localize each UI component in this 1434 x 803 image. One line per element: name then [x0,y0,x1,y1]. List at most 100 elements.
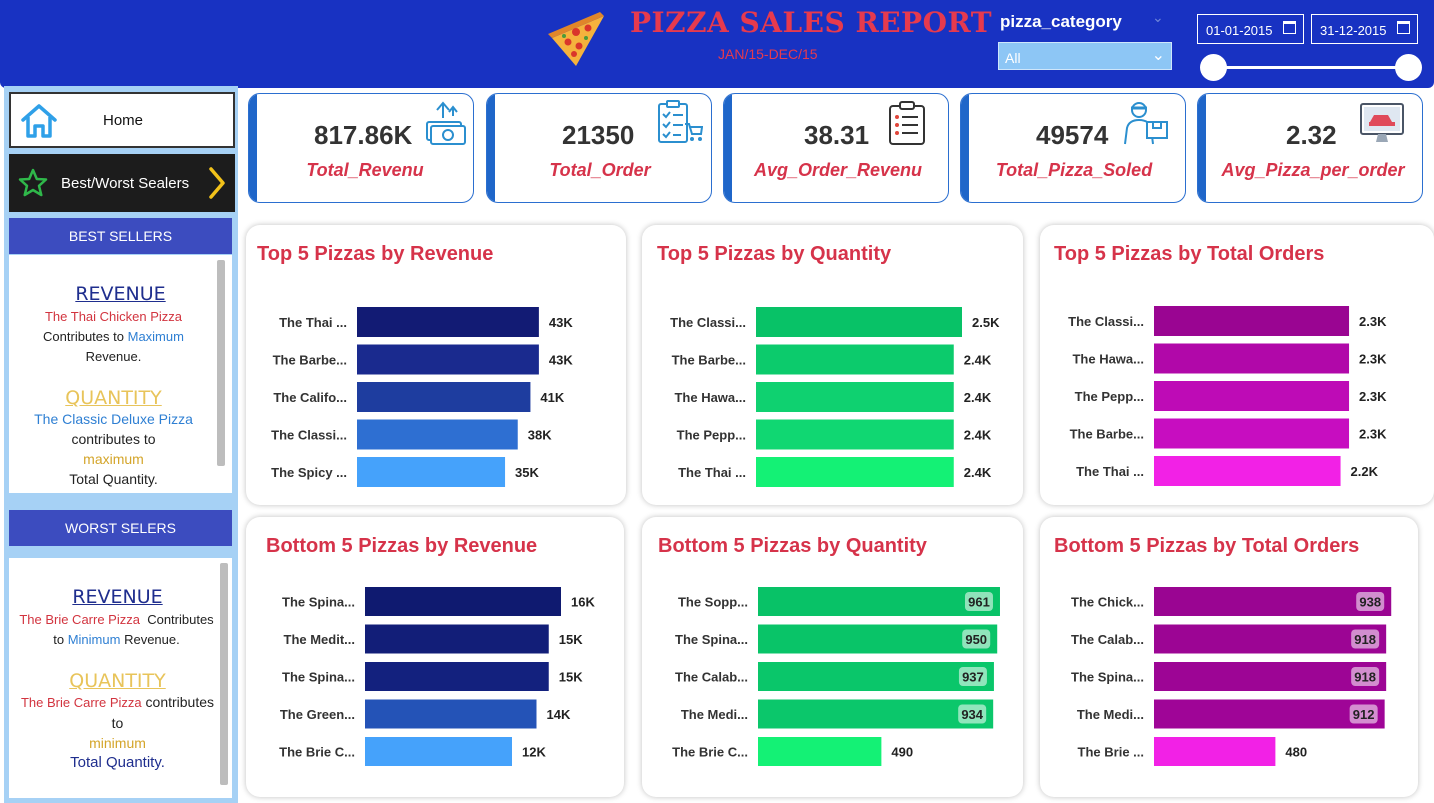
data-label: 38K [528,428,552,443]
worst-sellers-scrollbar[interactable] [220,563,228,785]
kpi-label: Avg_Order_Revenu [753,160,923,180]
bar[interactable] [1154,381,1350,411]
bar[interactable] [357,419,518,450]
category-label: The Classi... [271,428,347,443]
best-quantity-title: QUANTITY [65,387,162,409]
data-label: 2.4K [964,428,992,443]
bar[interactable] [1154,587,1392,616]
delivery-icon [1124,102,1168,145]
best-revenue-maximum: Maximum [127,329,184,344]
category-dropdown-value: All [1005,50,1021,66]
bar[interactable] [756,457,954,487]
dashboard: PIZZA SALES REPORT JAN/15-DEC/15 pizza_c… [0,0,1434,803]
category-label: The Hawa... [1072,352,1144,367]
best-quantity-maximum: maximum [83,451,144,467]
clipboard-cart-icon [658,100,703,143]
category-label: The Medi... [1077,707,1144,722]
data-label: 2.4K [964,353,992,368]
bar[interactable] [365,737,512,766]
chart-card-bottom-quantity: Bottom 5 Pizzas by Quantity The Sopp... 9… [642,517,1023,797]
category-label: The Thai ... [678,465,746,480]
category-label: The Thai ... [279,315,347,330]
chevron-right-icon [209,167,225,199]
category-label: The Chick... [1071,595,1144,610]
category-label: The Classi... [670,315,746,330]
worst-quantity-title: QUANTITY [69,670,166,692]
category-label: The Califo... [273,390,347,405]
dropdown-chevron-icon: ⌄ [1151,47,1165,64]
category-label: The Spicy ... [271,465,347,480]
kpi-card-total-pizza-sold: 49574 Total_Pizza_Soled [960,93,1186,203]
home-button[interactable]: Home [9,92,235,148]
bar[interactable] [756,382,954,412]
data-label: 14K [547,707,571,722]
bar[interactable] [357,344,539,375]
bar[interactable] [758,737,882,766]
category-label: The Pepp... [1075,389,1144,404]
worst-sellers-header: WORST SELERS [9,510,232,546]
best-quantity-contributes: contributes to [71,431,156,447]
star-icon [18,168,48,197]
bar[interactable] [1154,343,1350,374]
category-label: The Barbe... [1070,427,1144,442]
data-label: 12K [522,745,546,760]
kpi-card-avg-order-revenue: 38.31 Avg_Order_Revenu [723,93,949,203]
bar[interactable] [357,457,506,487]
calendar-icon[interactable] [1397,21,1410,34]
worst-revenue-contributes: Contributes [147,612,214,627]
worst-revenue-minimum: Minimum [67,632,121,647]
chart-card-top-revenue: Top 5 Pizzas by Revenue The Thai ... 43K T… [246,225,626,505]
category-label: The Medi... [681,707,748,722]
category-dropdown[interactable]: All ⌄ [998,42,1172,70]
category-label: The Brie C... [672,745,748,760]
data-label: 2.3K [1359,427,1387,442]
bar[interactable] [756,344,954,375]
bar[interactable] [357,307,539,337]
date-range-slider[interactable] [1212,66,1408,69]
best-worst-sellers-button[interactable]: Best/Worst Sealers [9,154,235,212]
data-label: 2.5K [972,315,1000,330]
bar[interactable] [758,624,998,654]
bar[interactable] [756,307,962,337]
data-label: 918 [1354,632,1376,647]
chevron-down-icon[interactable]: ⌄ [1152,10,1164,26]
bar[interactable] [1154,306,1350,336]
end-date-input[interactable]: 31-12-2015 [1311,14,1418,44]
category-label: The Green... [280,707,355,722]
slider-end-handle[interactable] [1395,54,1422,81]
category-filter-label: pizza_category [1000,12,1122,31]
bar[interactable] [758,662,994,691]
chart-card-top-orders: Top 5 Pizzas by Total Orders The Classi.… [1040,225,1434,505]
kpi-card-total-order: 21350 Total_Order [486,93,712,203]
slider-start-handle[interactable] [1200,54,1227,81]
best-sellers-scrollbar[interactable] [217,260,225,466]
start-date-input[interactable]: 01-01-2015 [1197,14,1304,44]
best-worst-label: Best/Worst Sealers [61,174,190,192]
bar[interactable] [357,382,531,412]
bar[interactable] [365,662,549,691]
chart-card-bottom-revenue: Bottom 5 Pizzas by Revenue The Spina... 1… [246,517,624,797]
bar[interactable] [758,699,994,729]
bar[interactable] [365,699,537,729]
data-label: 15K [559,632,583,647]
chart-card-bottom-orders: Bottom 5 Pizzas by Total Orders The Chic… [1040,517,1418,797]
calendar-icon[interactable] [1283,21,1296,34]
money-icon [426,101,466,145]
bar[interactable] [1154,456,1341,486]
header-bar: PIZZA SALES REPORT JAN/15-DEC/15 pizza_c… [0,0,1434,88]
data-label: 2.4K [964,390,992,405]
bar[interactable] [365,587,561,616]
best-sellers-header: BEST SELLERS [9,218,232,254]
bar[interactable] [756,419,954,450]
bar[interactable] [1154,418,1350,449]
home-icon [21,104,57,138]
bar-chart-top-quantity: The Classi... 2.5K The Barbe... 2.4K The Haw… [670,307,1000,487]
bar[interactable] [758,587,1000,616]
bar[interactable] [1154,737,1276,766]
bar[interactable] [365,624,549,654]
data-label: 2.3K [1359,389,1387,404]
bar-chart-bottom-revenue: The Spina... 16K The Medit... 15K The Spina.… [279,587,595,766]
category-label: The Medit... [284,632,356,647]
checklist-icon [889,101,925,145]
bar-chart-top-revenue: The Thai ... 43K The Barbe... 43K The Califo… [271,307,573,487]
